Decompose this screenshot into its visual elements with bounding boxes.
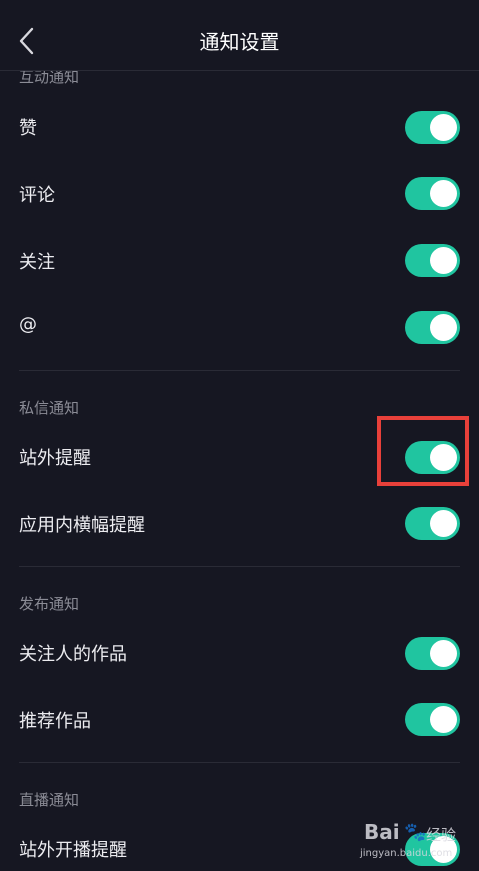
section-divider — [19, 762, 460, 763]
toggle-knob — [430, 314, 457, 341]
section-title-publish: 发布通知 — [19, 595, 80, 613]
toggle-recommended-works[interactable] — [405, 703, 460, 736]
section-divider — [19, 566, 460, 567]
row-label-recommended-works: 推荐作品 — [19, 711, 91, 732]
paw-icon: 🐾 — [404, 822, 427, 843]
row-label-inapp-banner: 应用内横幅提醒 — [19, 515, 145, 536]
section-title-live: 直播通知 — [19, 791, 80, 809]
watermark: Bai 🐾 经验 jingyan.baidu.com — [358, 820, 476, 868]
top-bar: 通知设置 — [0, 0, 479, 71]
row-label-followed-works: 关注人的作品 — [19, 644, 127, 665]
toggle-mention[interactable] — [405, 311, 460, 344]
toggle-knob — [430, 180, 457, 207]
toggle-like[interactable] — [405, 111, 460, 144]
toggle-knob — [430, 510, 457, 537]
page-title: 通知设置 — [199, 30, 280, 54]
row-label-live-reminder: 站外开播提醒 — [19, 840, 127, 861]
row-label-comment: 评论 — [19, 185, 55, 206]
highlight-box — [377, 416, 469, 486]
watermark-url: jingyan.baidu.com — [360, 848, 453, 859]
toggle-followed-works[interactable] — [405, 637, 460, 670]
section-divider — [19, 370, 460, 371]
toggle-knob — [430, 247, 457, 274]
row-label-mention: @ — [19, 314, 37, 335]
row-label-offsite-reminder: 站外提醒 — [19, 448, 91, 469]
watermark-text: 经验 — [426, 826, 457, 844]
watermark-brand: Bai — [364, 820, 400, 844]
section-title-message: 私信通知 — [19, 399, 80, 417]
row-label-like: 赞 — [19, 118, 37, 139]
toggle-knob — [430, 640, 457, 667]
toggle-comment[interactable] — [405, 177, 460, 210]
toggle-inapp-banner[interactable] — [405, 507, 460, 540]
toggle-knob — [430, 114, 457, 141]
toggle-follow[interactable] — [405, 244, 460, 277]
row-label-follow: 关注 — [19, 252, 55, 273]
toggle-knob — [430, 706, 457, 733]
